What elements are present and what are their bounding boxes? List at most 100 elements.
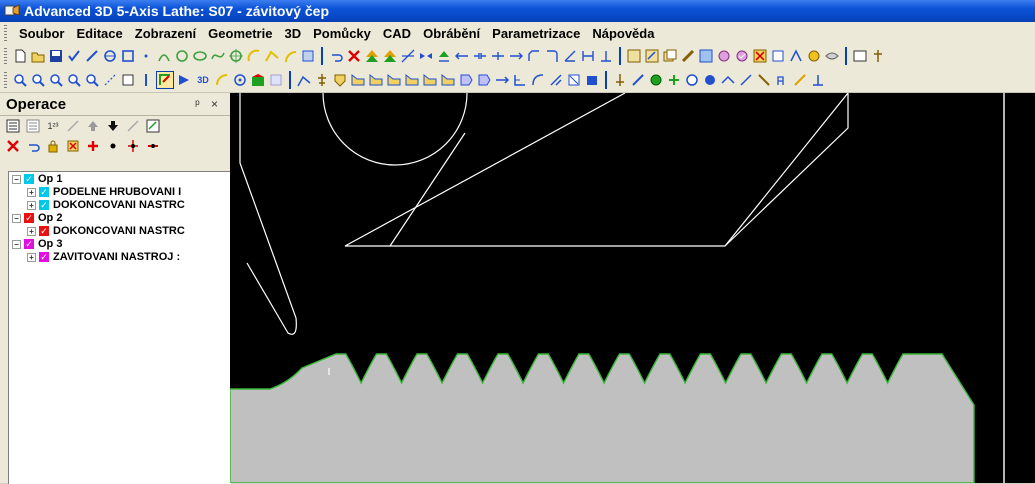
orbit-icon[interactable] xyxy=(232,72,248,88)
tree-node-op2[interactable]: − ✓ Op 2 xyxy=(9,212,231,224)
cad-viewport[interactable] xyxy=(230,93,1035,483)
expand-icon[interactable]: + xyxy=(27,187,36,197)
scale-icon[interactable] xyxy=(598,48,614,64)
op-edit-icon[interactable] xyxy=(644,48,660,64)
menu-napoveda[interactable]: Nápověda xyxy=(586,26,660,41)
checkbox-icon[interactable]: ✓ xyxy=(24,174,34,184)
point-icon[interactable] xyxy=(138,48,154,64)
fillet-icon[interactable] xyxy=(544,48,560,64)
ellipse-icon[interactable] xyxy=(192,48,208,64)
checkmark-icon[interactable] xyxy=(66,48,82,64)
tree-node-dokoncovani-1[interactable]: + ✓ DOKONCOVANI NASTRC xyxy=(9,199,231,211)
probe-icon[interactable] xyxy=(756,72,772,88)
circle-center-icon[interactable] xyxy=(228,48,244,64)
split-icon[interactable] xyxy=(490,48,506,64)
dimension-icon[interactable] xyxy=(580,48,596,64)
wireframe-icon[interactable] xyxy=(268,72,284,88)
grid-icon[interactable] xyxy=(120,72,136,88)
checkbox-icon[interactable]: ✓ xyxy=(39,200,49,210)
dot-icon[interactable] xyxy=(105,138,121,154)
op-hide-icon[interactable] xyxy=(824,48,840,64)
arc-yellow-icon[interactable] xyxy=(246,48,262,64)
tree-node-op3[interactable]: − ✓ Op 3 xyxy=(9,238,231,250)
gauge-icon[interactable] xyxy=(738,72,754,88)
new-file-icon[interactable] xyxy=(12,48,28,64)
turn-part-icon[interactable] xyxy=(440,72,456,88)
turn-thread-icon[interactable] xyxy=(422,72,438,88)
turn-finish-icon[interactable] xyxy=(368,72,384,88)
turn-face-icon[interactable] xyxy=(386,72,402,88)
view-select-icon[interactable] xyxy=(156,71,174,89)
zoom-all-icon[interactable] xyxy=(66,72,82,88)
solid-icon[interactable] xyxy=(584,72,600,88)
menu-geometrie[interactable]: Geometrie xyxy=(202,26,278,41)
append-icon[interactable] xyxy=(145,138,161,154)
rectangle-icon[interactable] xyxy=(120,48,136,64)
checkbox-icon[interactable]: ✓ xyxy=(39,226,49,236)
expand-icon[interactable]: + xyxy=(27,226,36,236)
tool-holder-icon[interactable] xyxy=(314,72,330,88)
turn-groove-icon[interactable] xyxy=(404,72,420,88)
mill-icon[interactable] xyxy=(512,72,528,88)
checkbox-icon[interactable]: ✓ xyxy=(39,187,49,197)
tree-node-dokoncovani-2[interactable]: + ✓ DOKONCOVANI NASTRC xyxy=(9,225,231,237)
expand-icon[interactable]: + xyxy=(27,252,36,262)
delete-icon[interactable] xyxy=(346,48,362,64)
checkbox-icon[interactable]: ✓ xyxy=(24,213,34,223)
mirror-icon[interactable] xyxy=(418,48,434,64)
undo-icon[interactable] xyxy=(328,48,344,64)
open-file-icon[interactable] xyxy=(30,48,46,64)
polyline-icon[interactable] xyxy=(264,48,280,64)
zoom-out-icon[interactable] xyxy=(30,72,46,88)
window-icon[interactable] xyxy=(852,48,868,64)
tailstock-icon[interactable] xyxy=(684,72,700,88)
drill-icon[interactable] xyxy=(458,72,474,88)
op-display-icon[interactable] xyxy=(806,48,822,64)
op-tool-icon[interactable] xyxy=(680,48,696,64)
render-icon[interactable] xyxy=(250,72,266,88)
move-up-icon[interactable] xyxy=(364,48,380,64)
turret-icon[interactable] xyxy=(630,72,646,88)
tree-node-zavitovani[interactable]: + ✓ ZAVITOVANI NASTROJ : xyxy=(9,251,231,263)
join-icon[interactable] xyxy=(508,48,524,64)
menu-cad[interactable]: CAD xyxy=(377,26,417,41)
break-icon[interactable] xyxy=(472,48,488,64)
extend-icon[interactable] xyxy=(454,48,470,64)
angle-icon[interactable] xyxy=(562,48,578,64)
steady-icon[interactable] xyxy=(720,72,736,88)
turn-rough-icon[interactable] xyxy=(350,72,366,88)
chuck-icon[interactable] xyxy=(666,72,682,88)
info-icon[interactable] xyxy=(810,72,826,88)
trim-icon[interactable] xyxy=(400,48,416,64)
menu-grip[interactable] xyxy=(4,25,7,41)
toolbar-grip[interactable] xyxy=(4,48,7,64)
op-sim-icon[interactable] xyxy=(716,48,732,64)
layer-icon[interactable] xyxy=(138,72,154,88)
arc-tangent-icon[interactable] xyxy=(282,48,298,64)
list-detail-icon[interactable] xyxy=(25,118,41,134)
checkbox-icon[interactable]: ✓ xyxy=(24,239,34,249)
collapse-icon[interactable]: − xyxy=(12,239,21,249)
move-down-icon[interactable] xyxy=(382,48,398,64)
op-copy-icon[interactable] xyxy=(662,48,678,64)
menu-3d[interactable]: 3D xyxy=(278,26,307,41)
view-arrow-icon[interactable] xyxy=(176,72,192,88)
zoom-in-icon[interactable] xyxy=(12,72,28,88)
undo-op-icon[interactable] xyxy=(25,138,41,154)
move-down-arrow-icon[interactable] xyxy=(105,118,121,134)
delete-op-icon[interactable] xyxy=(5,138,21,154)
insert-icon[interactable] xyxy=(125,138,141,154)
menu-obrabeni[interactable]: Obrábění xyxy=(417,26,486,41)
rotate-icon[interactable] xyxy=(214,72,230,88)
add-op-icon[interactable] xyxy=(85,138,101,154)
contour-icon[interactable] xyxy=(300,48,316,64)
menu-editace[interactable]: Editace xyxy=(71,26,129,41)
unlock-icon[interactable] xyxy=(65,138,81,154)
contour-mill-icon[interactable] xyxy=(530,72,546,88)
pan-icon[interactable] xyxy=(102,72,118,88)
zoom-prev-icon[interactable] xyxy=(84,72,100,88)
op-split-icon[interactable] xyxy=(770,48,786,64)
toolbar-grip[interactable] xyxy=(4,72,7,88)
op-merge-icon[interactable] xyxy=(788,48,804,64)
op-delete-icon[interactable] xyxy=(752,48,768,64)
